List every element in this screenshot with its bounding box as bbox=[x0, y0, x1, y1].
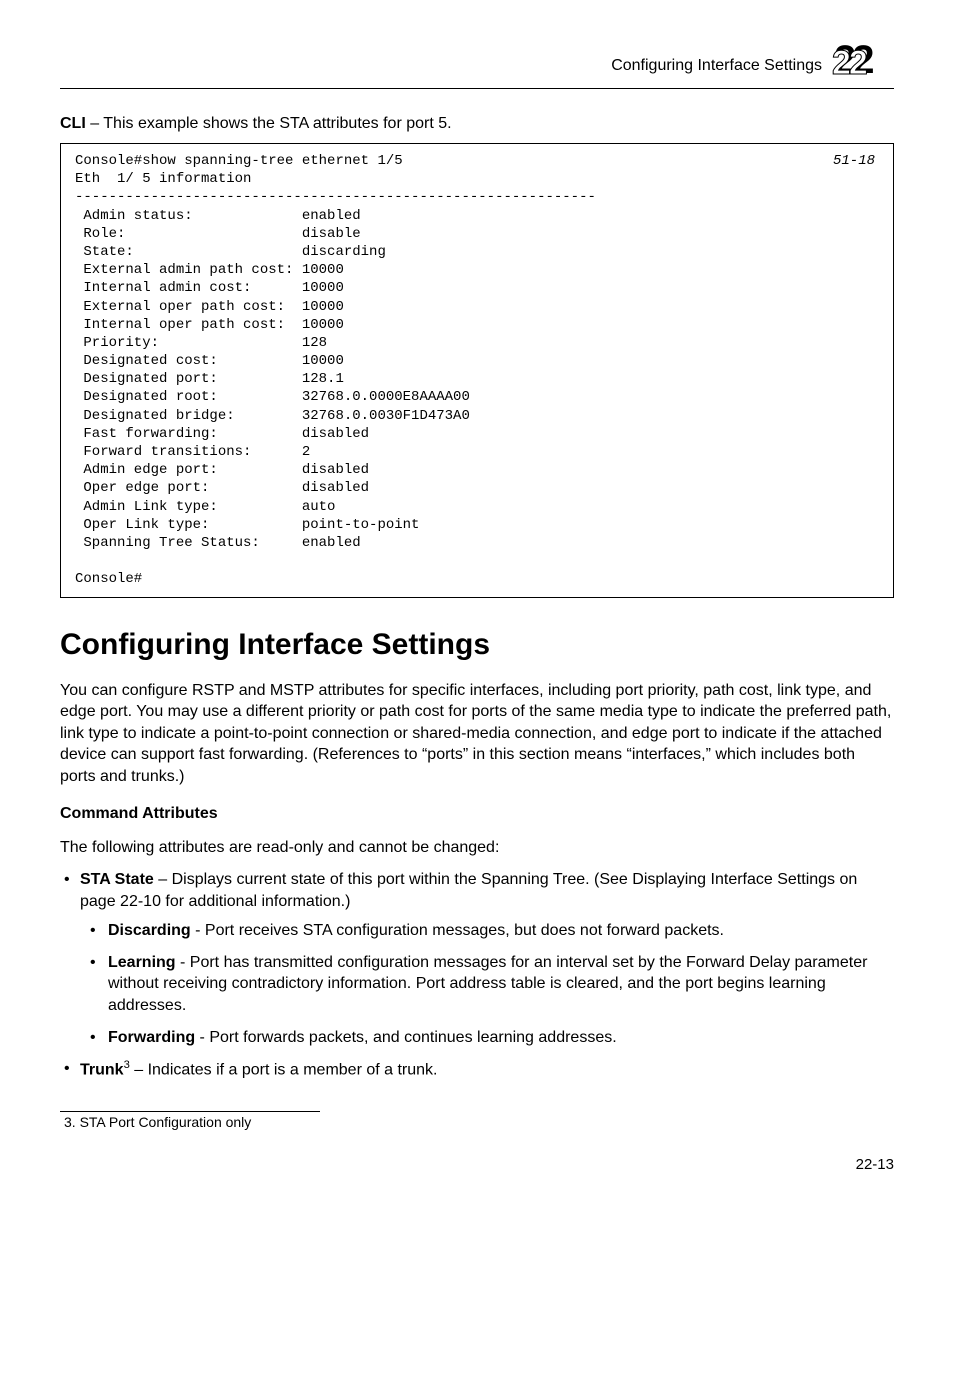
page-header: Configuring Interface Settings 22 22 bbox=[60, 50, 894, 82]
page-number: 22-13 bbox=[60, 1156, 894, 1173]
list-item-discarding: Discarding - Port receives STA configura… bbox=[88, 920, 894, 942]
cli-pageref: 51-18 bbox=[833, 152, 875, 170]
header-title: Configuring Interface Settings bbox=[611, 57, 822, 75]
footnote-text: STA Port Configuration only bbox=[76, 1114, 252, 1130]
attribute-list: STA State – Displays current state of th… bbox=[60, 869, 894, 1081]
cli-output-text: Console#show spanning-tree ethernet 1/5 … bbox=[75, 153, 596, 587]
list-item-trunk: Trunk3 – Indicates if a port is a member… bbox=[60, 1058, 894, 1081]
footnote: 3. STA Port Configuration only bbox=[64, 1114, 894, 1130]
list-item-forwarding: Forwarding - Port forwards packets, and … bbox=[88, 1027, 894, 1049]
cli-output-box: 51-18 Console#show spanning-tree ethernet… bbox=[60, 143, 894, 598]
header-divider bbox=[60, 88, 894, 89]
sta-state-text: – Displays current state of this port wi… bbox=[80, 871, 857, 910]
cli-intro-label: CLI bbox=[60, 115, 86, 132]
sta-state-label: STA State bbox=[80, 871, 154, 888]
footnote-number: 3. bbox=[64, 1114, 76, 1130]
trunk-label: Trunk bbox=[80, 1062, 124, 1079]
trunk-text: – Indicates if a port is a member of a t… bbox=[130, 1062, 438, 1079]
section-body: You can configure RSTP and MSTP attribut… bbox=[60, 680, 894, 788]
cli-intro-text: – This example shows the STA attributes … bbox=[86, 115, 452, 132]
list-item-sta-state: STA State – Displays current state of th… bbox=[60, 869, 894, 1048]
learning-text: - Port has transmitted configuration mes… bbox=[108, 954, 867, 1014]
footnote-divider bbox=[60, 1111, 320, 1112]
chapter-number-icon: 22 22 bbox=[832, 50, 894, 82]
section-heading: Configuring Interface Settings bbox=[60, 628, 894, 662]
cli-intro: CLI – This example shows the STA attribu… bbox=[60, 115, 894, 133]
forwarding-text: - Port forwards packets, and continues l… bbox=[195, 1029, 617, 1046]
chapter-number-foreground: 22 bbox=[832, 47, 894, 79]
discarding-label: Discarding bbox=[108, 922, 191, 939]
discarding-text: - Port receives STA configuration messag… bbox=[191, 922, 724, 939]
forwarding-label: Forwarding bbox=[108, 1029, 195, 1046]
learning-label: Learning bbox=[108, 954, 176, 971]
sta-state-sublist: Discarding - Port receives STA configura… bbox=[80, 920, 894, 1048]
command-attributes-heading: Command Attributes bbox=[60, 805, 894, 823]
list-item-learning: Learning - Port has transmitted configur… bbox=[88, 952, 894, 1017]
readonly-intro: The following attributes are read-only a… bbox=[60, 837, 894, 859]
